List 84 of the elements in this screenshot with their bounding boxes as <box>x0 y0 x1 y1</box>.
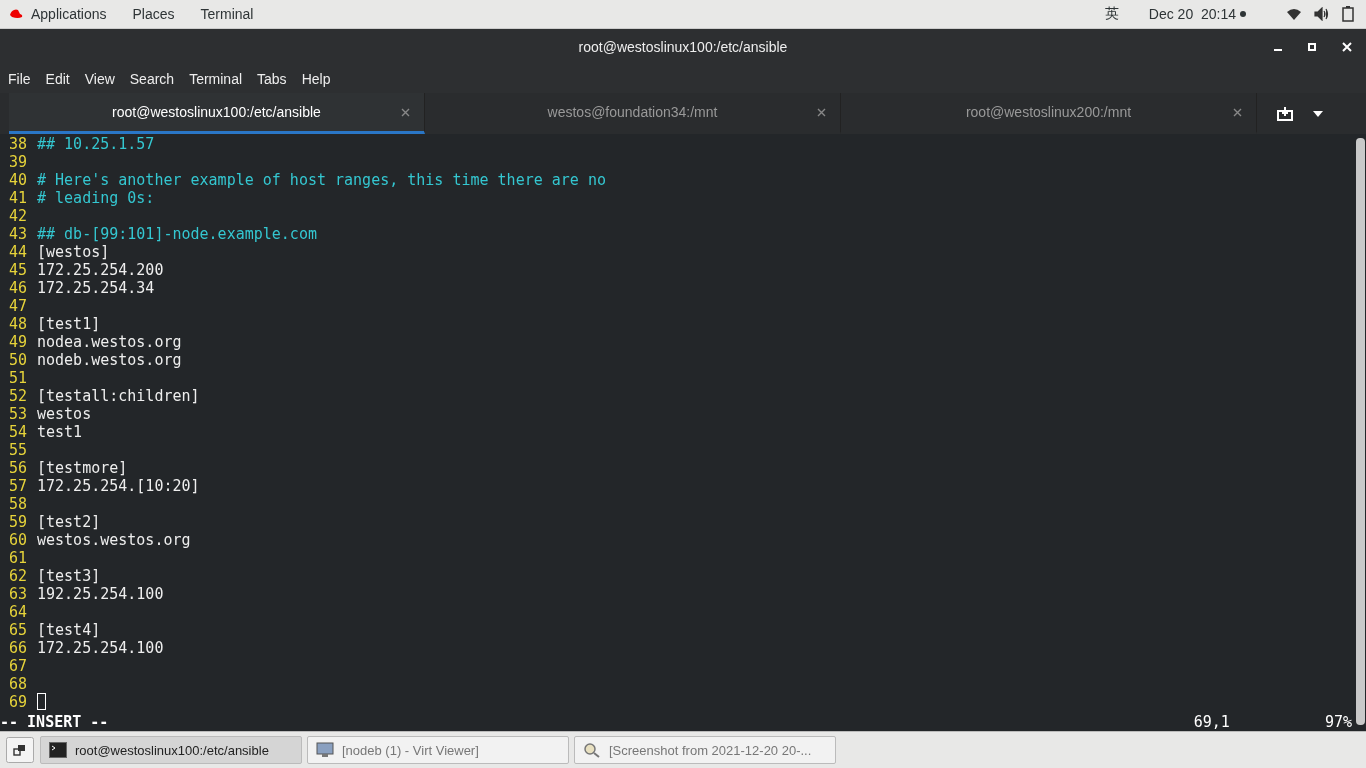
line-number: 59 <box>8 513 28 531</box>
code-text: [test4] <box>36 621 101 639</box>
menu-item[interactable]: Terminal <box>189 70 243 87</box>
line-number: 47 <box>8 297 28 315</box>
line-number: 68 <box>8 675 28 693</box>
line-number: 54 <box>8 423 28 441</box>
volume-icon[interactable] <box>1314 7 1330 21</box>
code-text: [test3] <box>36 567 101 585</box>
line-number: 55 <box>8 441 28 459</box>
taskbar-item[interactable]: [nodeb (1) - Virt Viewer] <box>307 736 569 764</box>
line-number: 42 <box>8 207 28 225</box>
code-text: 172.25.254.200 <box>36 261 164 279</box>
line-number: 60 <box>8 531 28 549</box>
top-menu-item[interactable]: Terminal <box>200 6 254 22</box>
code-text: 172.25.254.[10:20] <box>36 477 200 495</box>
code-text: westos <box>36 405 92 423</box>
code-text: ## db-[99:101]-node.example.com <box>36 225 317 243</box>
line-number: 38 <box>8 135 28 153</box>
menu-item[interactable]: Search <box>129 70 175 87</box>
menu-item[interactable]: File <box>8 70 31 87</box>
line-number: 53 <box>8 405 28 423</box>
code-text: nodea.westos.org <box>36 333 182 351</box>
menu-item[interactable]: View <box>84 70 115 87</box>
code-text: 172.25.254.34 <box>36 279 155 297</box>
code-text: [test1] <box>36 315 101 333</box>
code-text: 192.25.254.100 <box>36 585 164 603</box>
menu-item[interactable]: Edit <box>45 70 70 87</box>
line-number: 61 <box>8 549 28 567</box>
line-number: 39 <box>8 153 28 171</box>
line-number: 44 <box>8 243 28 261</box>
input-method-indicator[interactable]: 英 <box>1104 5 1119 23</box>
monitor-icon <box>316 742 334 758</box>
menu-item[interactable]: Tabs <box>257 70 287 87</box>
dropdown-caret-icon[interactable] <box>1313 110 1323 117</box>
menu-item[interactable]: Help <box>301 70 331 87</box>
line-number: 65 <box>8 621 28 639</box>
code-text: [test2] <box>36 513 101 531</box>
line-number: 62 <box>8 567 28 585</box>
code-text: westos.westos.org <box>36 531 191 549</box>
line-number: 46 <box>8 279 28 297</box>
mode-indicator: -- INSERT -- <box>0 713 109 731</box>
terminal-tab[interactable]: root@westoslinux100:/etc/ansible <box>9 93 425 134</box>
terminal-icon <box>49 742 67 758</box>
clock[interactable]: Dec 20 20:14 <box>1148 6 1236 22</box>
window-title: root@westoslinux100:/etc/ansible <box>578 38 788 55</box>
line-number: 48 <box>8 315 28 333</box>
line-number: 45 <box>8 261 28 279</box>
new-tab-icon[interactable] <box>1277 106 1293 121</box>
line-number: 50 <box>8 351 28 369</box>
magnifier-icon <box>583 742 601 758</box>
line-number: 63 <box>8 585 28 603</box>
battery-icon[interactable] <box>1342 6 1354 22</box>
code-text: 172.25.254.100 <box>36 639 164 657</box>
code-text: # Here's another example of host ranges, this time there are no <box>36 171 606 189</box>
line-number: 41 <box>8 189 28 207</box>
top-menu-item[interactable]: Places <box>132 6 175 22</box>
code-text: # leading 0s: <box>36 189 155 207</box>
maximize-icon[interactable] <box>1308 43 1316 51</box>
line-number: 64 <box>8 603 28 621</box>
code-text: [westos] <box>36 243 110 261</box>
line-number: 57 <box>8 477 28 495</box>
code-text: ## 10.25.1.57 <box>36 135 155 153</box>
code-text: nodeb.westos.org <box>36 351 182 369</box>
cursor-position: 69,1 <box>1193 713 1230 731</box>
line-number: 58 <box>8 495 28 513</box>
line-number: 40 <box>8 171 28 189</box>
taskbar-item[interactable]: [Screenshot from 2021-12-20 20-... <box>574 736 836 764</box>
line-number: 43 <box>8 225 28 243</box>
line-number: 69 <box>8 693 28 711</box>
notification-dot-icon <box>1240 11 1246 17</box>
taskbar-item[interactable]: root@westoslinux100:/etc/ansible <box>40 736 302 764</box>
top-menu-item[interactable]: Applications <box>31 6 107 22</box>
line-number: 51 <box>8 369 28 387</box>
code-text: test1 <box>36 423 83 441</box>
code-text: [testall:children] <box>36 387 200 405</box>
wifi-icon[interactable] <box>1286 7 1302 21</box>
code-text: [testmore] <box>36 459 128 477</box>
show-desktop-icon[interactable] <box>6 737 34 763</box>
scroll-percent: 97% <box>1324 713 1352 731</box>
line-number: 49 <box>8 333 28 351</box>
line-number: 52 <box>8 387 28 405</box>
line-number: 56 <box>8 459 28 477</box>
line-number: 67 <box>8 657 28 675</box>
line-number: 66 <box>8 639 28 657</box>
